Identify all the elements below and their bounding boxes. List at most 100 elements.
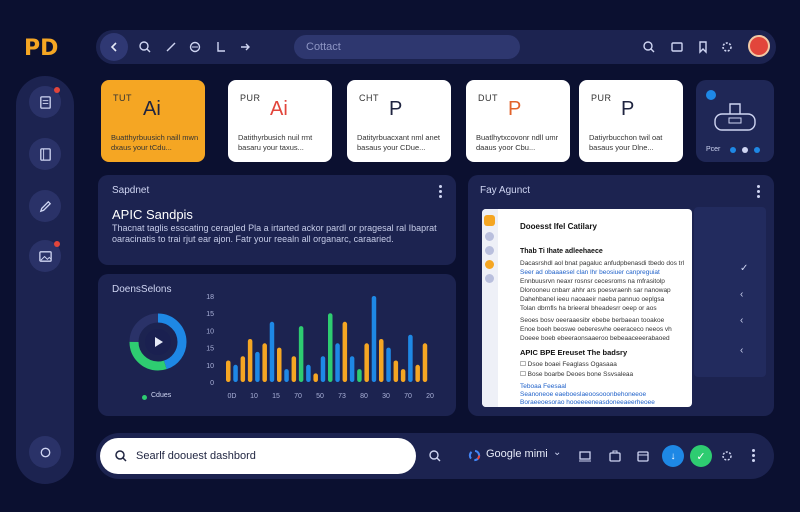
doc-line: Seanoneoe eaeboeslaeoosooonbehoneeoe [520, 391, 647, 398]
chart-bar [284, 369, 289, 382]
chart-bar [393, 360, 399, 382]
clock-icon[interactable] [485, 246, 494, 255]
x-tick-label: 0D [228, 393, 237, 400]
notification-dot [54, 241, 60, 247]
illustrator-icon: Ai [270, 98, 288, 120]
powerpoint-file-icon: P [508, 98, 522, 120]
book-icon [39, 147, 51, 161]
search-icon[interactable] [642, 40, 656, 54]
chart-bar [357, 369, 362, 382]
chevron-down-icon[interactable]: ⌄ [553, 447, 561, 458]
bottom-bar: Searlf doouest dashbord Google mimi ⌄ ↓ … [96, 433, 774, 479]
chevron-left-icon [110, 42, 117, 52]
settings-icon[interactable] [720, 40, 734, 54]
calendar-icon[interactable] [636, 449, 650, 463]
chart-bar [277, 347, 282, 382]
bookmark-icon[interactable] [696, 40, 710, 54]
donut-legend-label: Cdues [151, 392, 172, 399]
snapshot-description: Thacnat taglis esscating ceragled Pla a … [112, 223, 437, 244]
top-bar: Cottact [96, 30, 776, 64]
file-card[interactable]: PUR Ai Datithyrbusich nuil rmt basaru yo… [228, 80, 332, 162]
checklist-label: Bose boarbe Deoes bone Ssvsaleaa [527, 371, 634, 378]
doc-line: Dacasrshdl aol bnat pagaluc anfudpbenasd… [520, 260, 685, 267]
donut-legend-dot [142, 395, 147, 400]
chart-bar [291, 356, 297, 382]
x-tick-label: 20 [426, 393, 434, 400]
device-icon [714, 103, 756, 131]
app-logo: PD [24, 36, 59, 61]
chart-bar [408, 334, 413, 382]
image-icon [38, 250, 52, 262]
snapshot-heading: APIC Sandpis [112, 207, 193, 222]
file-card[interactable]: TUT Ai Buatthyrbuusich naill mwn dxaus y… [101, 80, 205, 162]
folder-icon[interactable] [484, 215, 495, 226]
device-label: Pcer [706, 146, 721, 153]
laptop-icon[interactable] [578, 449, 592, 463]
device-card[interactable]: Pcer [696, 80, 774, 162]
chart-bar [400, 369, 406, 382]
more-menu-icon[interactable] [439, 185, 442, 198]
top-search-input[interactable]: Cottact [294, 35, 520, 59]
user-icon[interactable] [485, 274, 494, 283]
google-icon [468, 449, 481, 462]
doc-sidebar-strip [482, 209, 498, 407]
extensions-icon[interactable] [720, 449, 734, 463]
rail-item-gallery[interactable] [29, 240, 61, 272]
more-menu-icon[interactable] [752, 449, 755, 462]
star-icon[interactable] [485, 260, 494, 269]
file-card[interactable]: PUR P Datiyrbucchon twil oat basaus your… [579, 80, 683, 162]
file-card[interactable]: DUT P Buatlhytxcovonr ndll umr daaus yoo… [466, 80, 570, 162]
chevron-left-icon[interactable]: ‹ [740, 315, 743, 326]
history-icon[interactable] [188, 40, 202, 54]
illustrator-icon: Ai [143, 98, 161, 120]
chevron-left-icon[interactable]: ‹ [740, 345, 743, 356]
rail-item-documents[interactable] [29, 86, 61, 118]
status-dot [754, 147, 760, 153]
file-type-label: CHT [359, 93, 379, 103]
y-tick-label: 18 [206, 294, 214, 301]
chevron-left-icon[interactable]: ‹ [740, 289, 743, 300]
account-selector[interactable]: Google mimi [486, 448, 548, 460]
download-button[interactable]: ↓ [662, 445, 684, 467]
rail-item-library[interactable] [29, 138, 61, 170]
briefcase-icon[interactable] [608, 449, 622, 463]
search-icon[interactable] [428, 449, 442, 463]
user-avatar[interactable] [748, 35, 770, 57]
file-card[interactable]: CHT P Datityrbuacxant nml anet basaus yo… [347, 80, 451, 162]
back-button[interactable] [100, 33, 128, 61]
inbox-icon[interactable] [670, 40, 684, 54]
forward-icon[interactable] [238, 40, 252, 54]
y-tick-label: 0 [210, 380, 214, 387]
doc-line: Seoes bosv oeeraaesibr ebebe berbaean to… [520, 317, 665, 324]
pen-icon [39, 200, 51, 212]
file-type-label: PUR [240, 93, 261, 103]
rail-item-settings[interactable] [29, 436, 61, 468]
doc-checklist-item[interactable]: ☐ Dsoe boaei Feaglass Ogasaaa [520, 360, 617, 368]
pen-icon[interactable] [164, 40, 178, 54]
rail-item-edit[interactable] [29, 190, 61, 222]
doc-line: Tolan dbrnfls ha brieeral bheadesrr oeep… [520, 305, 657, 312]
panel-title: Sapdnet [112, 185, 150, 196]
dashboard-search-input[interactable]: Searlf doouest dashbord [100, 438, 416, 474]
document-preview[interactable]: Dooesst Ifel Catilary Thab Ti Ihate adle… [482, 209, 692, 407]
chart-bar [240, 356, 246, 382]
more-menu-icon[interactable] [757, 185, 760, 198]
panel-title: Fay Agunct [480, 185, 531, 196]
doc-line: Seer ad obaaaesel clan lhr beosiuer canp… [520, 269, 660, 276]
search-placeholder: Searlf doouest dashbord [136, 450, 256, 462]
search-icon[interactable] [138, 40, 152, 54]
check-icon[interactable]: ✓ [740, 263, 748, 274]
chart-bar [371, 296, 377, 382]
user-icon[interactable] [485, 232, 494, 241]
file-description: Datithyrbusich nuil rmt basaru your taxu… [238, 133, 313, 152]
doc-sessions-panel: DoensSelons 18 15 10 15 10 0 0D 10 15 70 50 73 80 30 7… [98, 274, 456, 416]
file-type-label: TUT [113, 93, 132, 103]
ruler-icon[interactable] [214, 40, 228, 54]
doc-checklist-item[interactable]: ☐ Bose boarbe Deoes bone Ssvsaleaa [520, 370, 633, 378]
chart-bar [226, 360, 231, 382]
x-tick-label: 70 [294, 393, 302, 400]
doc-subheading: APIC BPE Ereuset The badsry [520, 348, 628, 357]
confirm-button[interactable]: ✓ [690, 445, 712, 467]
doc-subheading: Thab Ti Ihate adleehaece [520, 248, 603, 255]
doc-line: Boraeeoesorao hooeeeeneasdoneeaeerheoee [520, 399, 655, 406]
